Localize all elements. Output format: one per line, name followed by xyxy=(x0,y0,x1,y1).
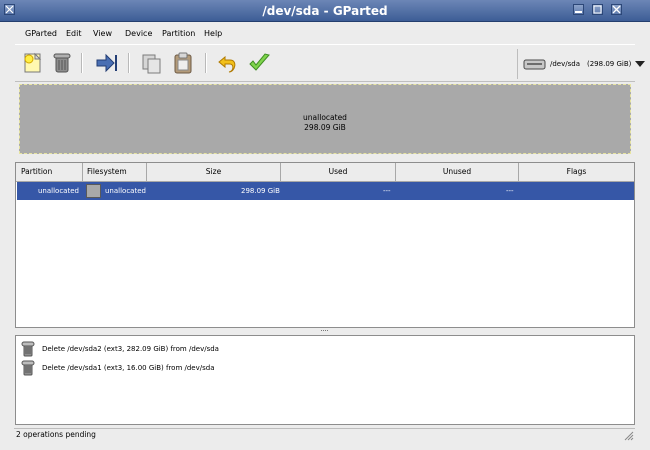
new-partition-button[interactable] xyxy=(21,51,45,75)
title-bar[interactable]: /dev/sda - GParted xyxy=(0,0,650,22)
device-selector[interactable]: /dev/sda (298.09 GiB) xyxy=(517,49,646,79)
close-icon xyxy=(612,5,621,14)
paste-button[interactable] xyxy=(171,51,195,75)
list-item[interactable]: Delete /dev/sda2 (ext3, 282.09 GiB) from… xyxy=(19,341,619,357)
pending-operations-list: Delete /dev/sda2 (ext3, 282.09 GiB) from… xyxy=(15,335,635,425)
handle-dot xyxy=(325,330,326,331)
header-flags[interactable]: Flags xyxy=(519,163,634,181)
copy-button[interactable] xyxy=(140,51,164,75)
hard-disk-icon xyxy=(523,59,546,70)
menu-help[interactable]: Help xyxy=(204,29,222,38)
close-button[interactable] xyxy=(611,4,622,15)
apply-icon xyxy=(249,53,270,71)
chevron-down-icon[interactable] xyxy=(635,61,645,67)
unallocated-size: 298.09 GiB xyxy=(304,123,346,132)
menu-view[interactable]: View xyxy=(93,29,112,38)
maximize-icon xyxy=(593,5,602,14)
filesystem-name: unallocated xyxy=(105,187,146,195)
apply-button[interactable] xyxy=(247,51,271,75)
minimize-icon xyxy=(575,11,582,13)
header-size[interactable]: Size xyxy=(147,163,281,181)
resize-move-button[interactable] xyxy=(95,51,119,75)
delete-icon xyxy=(53,53,71,73)
table-header-row: Partition Filesystem Size Used Unused Fl… xyxy=(16,163,634,182)
handle-dot xyxy=(323,330,324,331)
toolbar-separator xyxy=(128,53,130,73)
filesystem-color-swatch xyxy=(86,184,101,198)
operation-text: Delete /dev/sda2 (ext3, 282.09 GiB) from… xyxy=(42,345,219,353)
header-filesystem[interactable]: Filesystem xyxy=(83,163,147,181)
undo-button[interactable] xyxy=(216,51,240,75)
handle-dot xyxy=(321,330,322,331)
device-size: (298.09 GiB) xyxy=(587,60,632,68)
list-item[interactable]: Delete /dev/sda1 (ext3, 16.00 GiB) from … xyxy=(19,360,619,376)
toolbar: /dev/sda (298.09 GiB) xyxy=(15,44,645,82)
delete-icon xyxy=(21,341,35,357)
partition-visual-map[interactable]: unallocated 298.09 GiB xyxy=(19,84,631,154)
pane-resize-handle[interactable] xyxy=(0,329,650,334)
status-bar: 2 operations pending xyxy=(14,428,635,441)
unallocated-label: unallocated xyxy=(303,113,347,122)
header-used[interactable]: Used xyxy=(281,163,396,181)
delete-icon xyxy=(21,360,35,376)
resize-grip-icon[interactable] xyxy=(624,431,634,441)
maximize-button[interactable] xyxy=(592,4,603,15)
menu-device[interactable]: Device xyxy=(125,29,152,38)
copy-icon xyxy=(142,54,161,74)
toolbar-separator xyxy=(205,53,207,73)
menu-bar: GParted Edit View Device Partition Help xyxy=(15,26,635,42)
header-partition[interactable]: Partition xyxy=(16,163,83,181)
header-unused[interactable]: Unused xyxy=(396,163,519,181)
window-title: /dev/sda - GParted xyxy=(262,4,388,18)
resize-icon xyxy=(96,53,117,73)
partition-name: unallocated xyxy=(38,187,79,195)
operation-text: Delete /dev/sda1 (ext3, 16.00 GiB) from … xyxy=(42,364,215,372)
undo-icon xyxy=(218,55,236,73)
menu-partition[interactable]: Partition xyxy=(162,29,195,38)
device-name: /dev/sda xyxy=(550,60,580,68)
partition-table: Partition Filesystem Size Used Unused Fl… xyxy=(15,162,635,328)
gparted-window: /dev/sda - GParted GParted Edit View Dev… xyxy=(0,0,650,450)
handle-dot xyxy=(327,330,328,331)
partition-size: 298.09 GiB xyxy=(241,187,280,195)
new-icon xyxy=(24,52,42,73)
menu-gparted[interactable]: GParted xyxy=(25,29,57,38)
partition-unused: --- xyxy=(506,187,514,195)
menu-edit[interactable]: Edit xyxy=(66,29,82,38)
partition-used: --- xyxy=(383,187,391,195)
status-text: 2 operations pending xyxy=(16,430,96,439)
table-row[interactable]: unallocated unallocated 298.09 GiB --- -… xyxy=(17,182,634,200)
paste-icon xyxy=(174,52,192,74)
delete-partition-button[interactable] xyxy=(50,51,74,75)
toolbar-separator xyxy=(81,53,83,73)
minimize-button[interactable] xyxy=(573,4,584,15)
